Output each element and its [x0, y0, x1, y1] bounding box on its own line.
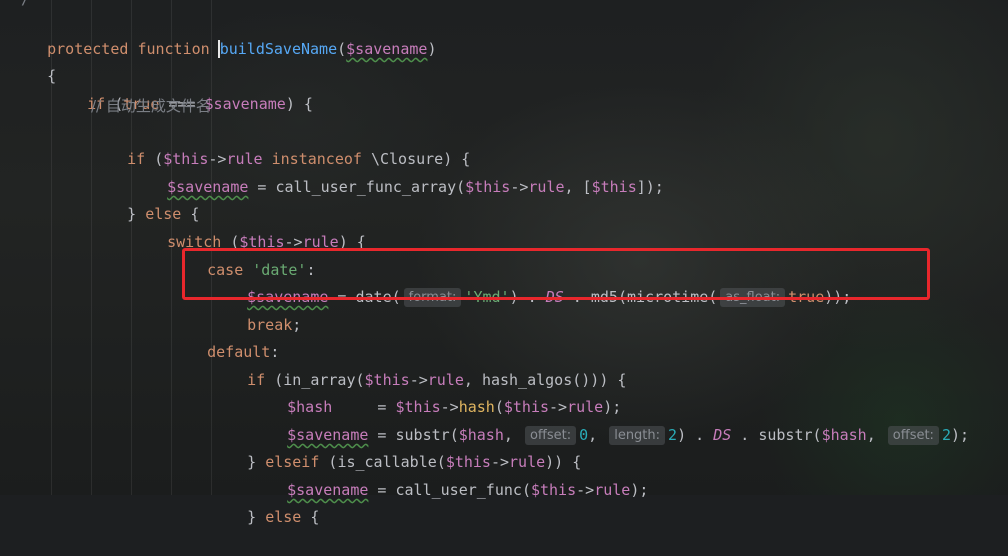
code-line[interactable]: $savename = substr($hash, offset: 0, leng…	[251, 396, 969, 445]
highlight-annotation-box	[182, 248, 930, 300]
operator: ->	[576, 481, 595, 499]
punctuation: )	[427, 40, 437, 58]
property: rule	[528, 178, 565, 196]
code-line[interactable]: } else {	[91, 175, 199, 223]
punctuation: (	[521, 481, 531, 499]
function-call: substr	[758, 426, 813, 444]
parameter: $savename	[346, 40, 428, 58]
code-line[interactable]: if (true === $savename) {	[51, 65, 313, 113]
variable: $savename	[204, 95, 286, 113]
parameter-hint: length:	[609, 426, 666, 445]
code-line[interactable]: } else {	[211, 478, 319, 526]
operator: =	[368, 481, 396, 499]
code-comment[interactable]: // 自动生成文件名	[91, 93, 211, 119]
function-call: call_user_func	[395, 481, 522, 499]
punctuation: ,	[588, 426, 607, 444]
keyword: protected	[47, 40, 129, 58]
operator: =	[248, 178, 276, 196]
constant: DS	[713, 426, 732, 444]
operator: ->	[510, 178, 529, 196]
punctuation: ;	[292, 316, 302, 334]
operator: .	[731, 426, 759, 444]
variable: $this	[465, 178, 511, 196]
property: rule	[594, 481, 631, 499]
punctuation: ]);	[636, 178, 664, 196]
punctuation: ) .	[677, 426, 714, 444]
punctuation: ,	[866, 426, 885, 444]
code-line[interactable]: switch ($this->rule) {	[131, 203, 366, 251]
code-line[interactable]: $hash = $this->hash($this->rule);	[251, 368, 621, 416]
keyword: function	[137, 40, 210, 58]
code-line-function-signature[interactable]: protected function buildSaveName($savena…	[11, 10, 436, 58]
code-line[interactable]: $savename = call_user_func_array($this->…	[131, 148, 664, 196]
keyword: else	[265, 508, 302, 526]
punctuation: (	[456, 178, 466, 196]
variable: $this	[591, 178, 637, 196]
punctuation: , [	[564, 178, 592, 196]
code-line[interactable]: $savename = call_user_func($this->rule);	[251, 451, 648, 499]
number-literal: 2	[668, 426, 678, 444]
variable: $this	[530, 481, 577, 499]
punctuation: );	[630, 481, 649, 499]
punctuation: ) {	[285, 95, 313, 113]
code-line[interactable]: default:	[171, 313, 279, 361]
punctuation: );	[950, 426, 970, 444]
number-literal: 2	[941, 426, 951, 444]
function-call: call_user_func_array	[275, 178, 457, 196]
code-line[interactable]: if ($this->rule instanceof \Closure) {	[91, 120, 470, 168]
punctuation: (	[812, 426, 822, 444]
function-name: buildSaveName	[219, 40, 338, 58]
parameter-hint: offset:	[887, 426, 939, 445]
variable: $hash	[821, 426, 867, 444]
punctuation: {	[301, 508, 320, 526]
punctuation: (	[337, 40, 347, 58]
code-line[interactable]: if (in_array($this->rule, hash_algos()))…	[211, 341, 626, 389]
punctuation: }	[247, 508, 266, 526]
code-line[interactable]: {	[11, 37, 56, 85]
code-line[interactable]: } elseif (is_callable($this->rule)) {	[211, 423, 581, 471]
